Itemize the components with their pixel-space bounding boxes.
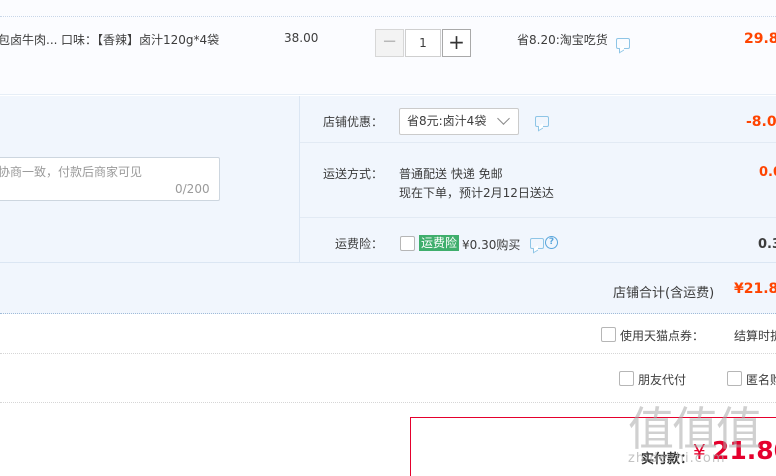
friend-pay-checkbox[interactable] [619, 371, 634, 386]
shop-total-label: 店铺合计(含运费) [613, 286, 715, 301]
row-divider [300, 142, 776, 143]
divider [0, 16, 776, 17]
shipping-eta: 现在下单，预计2月12日送达 [399, 186, 554, 200]
unit-price: 38.00 [284, 31, 319, 45]
memo-placeholder: 协商一致，付款后商家可见 [0, 165, 143, 179]
chat-icon[interactable] [535, 116, 549, 127]
insurance-fee: 0.3 [758, 237, 776, 252]
promo-text: 省8.20:淘宝吃货 [517, 33, 608, 47]
item-total: 29.8 [744, 31, 776, 47]
insurance-checkbox[interactable] [400, 236, 415, 251]
insurance-badge: 运费险 [419, 235, 460, 251]
watermark-logo: 值值值 [628, 402, 762, 456]
tmall-points-label: 使用天猫点券： [620, 329, 705, 343]
shop-total-value: ¥21.8 [734, 281, 776, 297]
memo-char-count: 0/200 [175, 182, 210, 196]
shop-discount-label: 店铺优惠： [322, 115, 383, 129]
shipping-label: 运送方式： [322, 167, 383, 181]
shipping-fee: 0.0 [759, 165, 776, 180]
help-icon[interactable]: ? [545, 236, 558, 249]
anonymous-label: 匿名购 [746, 373, 776, 387]
row-divider [0, 262, 776, 263]
insurance-label: 运费险： [334, 237, 383, 251]
chat-icon[interactable] [530, 238, 544, 249]
shipping-method: 普通配送 快递 免邮 [399, 167, 503, 181]
watermark-url: zhidezhi.com [628, 451, 726, 466]
qty-increase-button[interactable]: + [442, 29, 471, 57]
settle-note: 结算时折 [734, 329, 776, 343]
qty-decrease-button[interactable]: − [375, 29, 404, 57]
row-divider [300, 217, 776, 218]
divider [0, 353, 776, 354]
insurance-price: ¥0.30购买 [462, 238, 521, 252]
friend-pay-label: 朋友代付 [638, 373, 687, 387]
shop-discount-amount: -8.0 [746, 114, 776, 130]
product-spec: 口味：【香辣】卤汁120g*4袋 [61, 33, 220, 47]
product-name[interactable]: 包卤牛肉... [0, 31, 57, 48]
qty-input[interactable]: 1 [405, 29, 441, 57]
anonymous-checkbox[interactable] [727, 371, 742, 386]
chat-icon[interactable] [616, 38, 630, 49]
tmall-points-checkbox[interactable] [601, 327, 616, 342]
